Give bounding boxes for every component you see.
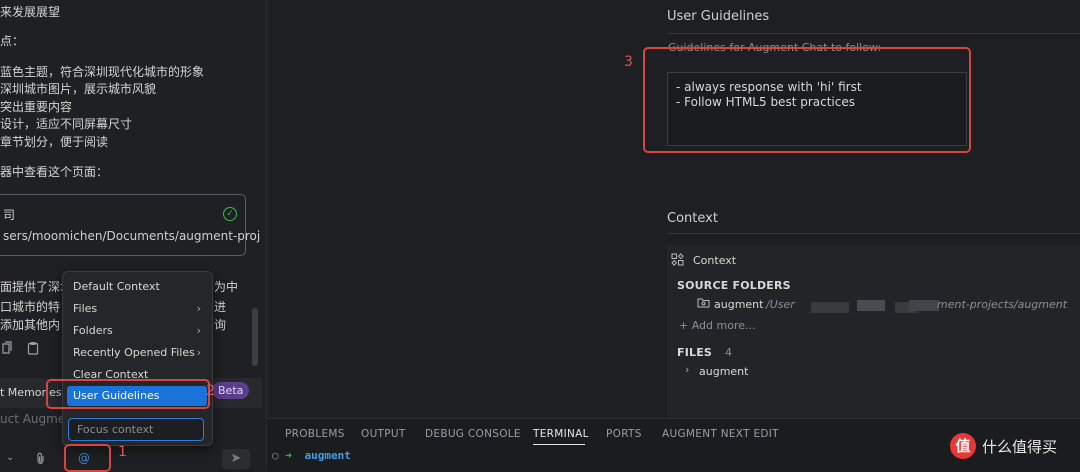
redacted-block: [909, 300, 939, 311]
redacted-block: [811, 302, 849, 313]
arrow-right-icon: ➜: [285, 449, 292, 462]
annotation-box-3: [643, 47, 971, 153]
context-icon: [671, 253, 684, 269]
send-icon[interactable]: ➤: [222, 449, 250, 469]
source-folders-label: SOURCE FOLDERS: [677, 279, 791, 292]
divider: [667, 233, 1080, 234]
active-tab-indicator: [533, 444, 585, 445]
user-guidelines-title: User Guidelines: [667, 9, 770, 24]
chat-text-line: 点：: [0, 34, 25, 48]
context-panel-label: Context: [693, 254, 737, 267]
annotation-number-3: 3: [624, 54, 633, 70]
chevron-right-icon: ›: [196, 302, 201, 315]
chat-text-line: 进: [214, 300, 227, 314]
chevron-right-icon: ›: [196, 346, 201, 359]
focus-context-field[interactable]: [69, 419, 203, 440]
focus-context-input[interactable]: [68, 418, 204, 441]
clipboard-icon[interactable]: [27, 341, 39, 359]
menu-item-label: Recently Opened Files: [73, 346, 195, 359]
divider: [667, 33, 1080, 34]
files-count: 4: [725, 346, 732, 359]
chat-text-line: 询: [214, 318, 227, 332]
chat-text-line: 添加其他内: [0, 318, 61, 332]
beta-badge: Beta: [212, 382, 250, 399]
files-item[interactable]: augment: [699, 365, 748, 378]
chat-text-line: 器中查看这个页面：: [0, 165, 109, 179]
chevron-right-icon: ›: [196, 324, 201, 337]
annotation-number-2: 2: [206, 383, 215, 399]
chat-text-line: 突出重要内容: [0, 100, 73, 114]
menu-item-folders[interactable]: Folders ›: [67, 321, 207, 341]
tab-augment-next-edit[interactable]: AUGMENT NEXT EDIT: [662, 428, 779, 440]
menu-item-recently-opened[interactable]: Recently Opened Files ›: [67, 343, 207, 363]
terminal-prompt[interactable]: ○ ➜ augment: [272, 449, 351, 462]
folder-path-start: /User: [766, 298, 795, 311]
command-block[interactable]: 司 ✓ sers/moomichen/Documents/augment-pro…: [0, 194, 260, 256]
menu-item-label: Files: [73, 302, 98, 315]
menu-item-files[interactable]: Files ›: [67, 299, 207, 319]
chevron-right-icon[interactable]: ›: [685, 363, 689, 376]
chat-text-line: 深圳城市图片，展示城市风貌: [0, 82, 157, 96]
tab-terminal[interactable]: TERMINAL: [533, 428, 589, 440]
redacted-block: [857, 300, 885, 311]
chat-text-line: 蓝色主题，符合深圳现代化城市的形象: [0, 65, 205, 79]
annotation-box-1: [64, 444, 111, 472]
tab-debug-console[interactable]: DEBUG CONSOLE: [425, 428, 521, 440]
copy-icon[interactable]: [2, 341, 12, 358]
menu-item-default-context[interactable]: Default Context: [67, 277, 207, 297]
folder-name: augment: [714, 298, 764, 311]
prompt-circle-icon: ○: [272, 449, 279, 462]
folder-icon: [697, 297, 710, 311]
annotation-number-1: 1: [118, 444, 127, 460]
tab-output[interactable]: OUTPUT: [361, 428, 406, 440]
chat-text-line: 为中: [214, 280, 239, 294]
chat-text-line: 设计，适应不同屏幕尺寸: [0, 117, 133, 131]
watermark-text: 什么值得买: [982, 438, 1058, 456]
context-title: Context: [667, 211, 718, 226]
prompt-directory: augment: [304, 449, 351, 462]
chevron-down-icon[interactable]: ⌄: [6, 452, 14, 463]
chat-text-line: 章节划分，便于阅读: [0, 135, 109, 149]
menu-item-label: Folders: [73, 324, 113, 337]
files-label: FILES: [677, 346, 713, 359]
command-path: sers/moomichen/Documents/augment-proj: [3, 229, 261, 243]
tab-problems[interactable]: PROBLEMS: [285, 428, 345, 440]
tab-ports[interactable]: PORTS: [606, 428, 642, 440]
paperclip-icon[interactable]: [36, 452, 46, 468]
chat-text-line: 来发展展望: [0, 5, 61, 19]
context-panel: Context SOURCE FOLDERS augment /User men…: [667, 245, 1080, 418]
folder-path-end: ment-projects/augment: [937, 298, 1068, 311]
watermark-logo: 值: [950, 433, 976, 459]
add-more-link[interactable]: + Add more...: [679, 319, 756, 332]
check-icon: ✓: [223, 207, 237, 221]
chat-text-line: 口城市的特: [0, 300, 61, 314]
menu-item-label: Default Context: [73, 280, 160, 293]
command-label: 司: [3, 208, 16, 222]
chat-scrollbar[interactable]: [252, 308, 258, 366]
annotation-box-2: [46, 379, 210, 409]
